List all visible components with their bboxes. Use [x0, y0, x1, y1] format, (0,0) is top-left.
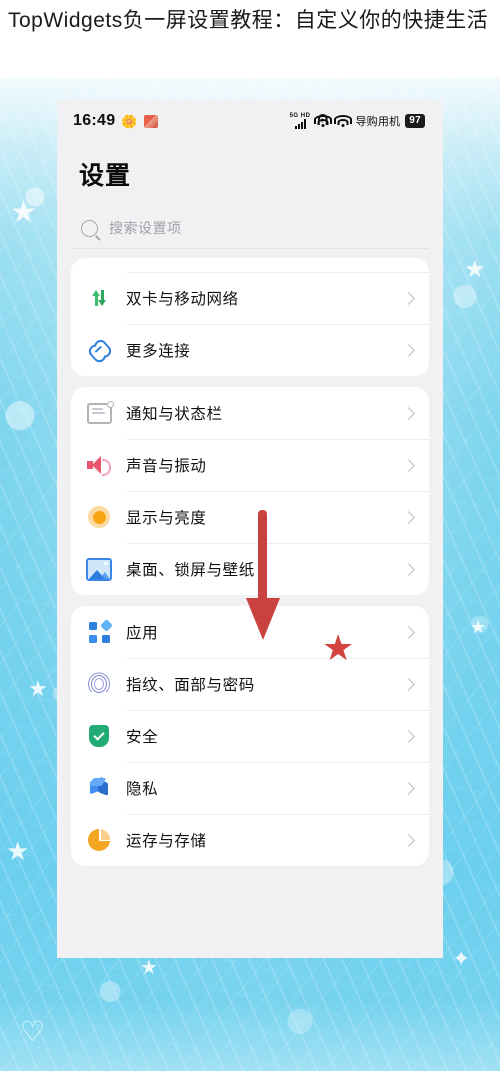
- row-label: 双卡与移动网络: [126, 291, 239, 308]
- chevron-right-icon: [402, 625, 415, 639]
- status-bar-right: 5G HD + 导购用机 97: [290, 113, 425, 129]
- apps-grid-icon: [84, 617, 114, 647]
- partial-row-top[interactable]: [71, 258, 429, 272]
- status-bar-left: 16:49 🌼: [73, 112, 158, 130]
- sim-network-icon: [84, 283, 114, 313]
- settings-row-privacy[interactable]: 隐私: [71, 762, 429, 814]
- settings-title: 设置: [79, 162, 132, 190]
- heart-decoration-icon: ♡: [20, 1016, 46, 1047]
- notification-icon: [84, 398, 114, 428]
- chevron-right-icon: [402, 781, 415, 795]
- wallpaper-picture-icon: [84, 554, 114, 584]
- chevron-right-icon: [402, 677, 415, 691]
- chevron-right-icon: [402, 458, 415, 472]
- row-label: 指纹、面部与密码: [126, 677, 255, 694]
- annotation-star-icon: ★: [322, 627, 355, 668]
- star-decoration-icon: ★: [6, 836, 30, 866]
- settings-card-connectivity: 双卡与移动网络 更多连接: [71, 258, 429, 376]
- search-icon: [81, 219, 98, 237]
- row-label: 安全: [126, 729, 159, 746]
- status-time: 16:49: [73, 112, 116, 129]
- cellular-signal-icon: 5G HD: [290, 113, 311, 129]
- settings-row-wallpaper[interactable]: 桌面、锁屏与壁纸: [71, 543, 429, 595]
- speaker-icon: [84, 450, 114, 480]
- phone-screenshot: 16:49 🌼 5G HD + 导购用机 97 设置 搜索设置项 双卡与移动网络…: [57, 100, 443, 958]
- star-decoration-icon: ★: [140, 957, 158, 979]
- star-decoration-icon: ✦: [452, 946, 471, 971]
- row-label: 声音与振动: [126, 458, 207, 475]
- carrier-label: 导购用机: [355, 116, 401, 128]
- article-title-bar: TopWidgets负一屏设置教程：自定义你的快捷生活: [0, 0, 500, 84]
- star-decoration-icon: ★: [28, 676, 48, 701]
- row-label: 隐私: [126, 781, 159, 798]
- status-bar: 16:49 🌼 5G HD + 导购用机 97: [57, 100, 443, 142]
- settings-card-display-sound: 通知与状态栏 声音与振动 显示与亮度 桌面、锁屏与壁纸: [71, 387, 429, 595]
- battery-badge: 97: [405, 114, 425, 128]
- chevron-right-icon: [402, 562, 415, 576]
- chevron-right-icon: [402, 406, 415, 420]
- settings-row-display[interactable]: 显示与亮度: [71, 491, 429, 543]
- settings-row-more-connections[interactable]: 更多连接: [71, 324, 429, 376]
- star-decoration-icon: ★: [470, 617, 487, 637]
- chevron-right-icon: [402, 510, 415, 524]
- settings-row-biometrics[interactable]: 指纹、面部与密码: [71, 658, 429, 710]
- page-title: TopWidgets负一屏设置教程：自定义你的快捷生活: [8, 9, 489, 32]
- search-input[interactable]: 搜索设置项: [109, 218, 182, 238]
- star-decoration-icon: ★: [10, 196, 37, 229]
- wifi-icon-1: +: [313, 114, 332, 127]
- app-badge-icon: [143, 114, 158, 128]
- shield-check-icon: [84, 721, 114, 751]
- settings-card-apps-security: 应用 指纹、面部与密码 安全 隐私 运存与存储: [71, 606, 429, 866]
- background-band-bottom: [0, 1001, 500, 1071]
- wifi-icon-2: [333, 115, 352, 127]
- storage-pie-icon: [84, 825, 114, 855]
- flower-emoji-icon: 🌼: [121, 113, 138, 129]
- star-decoration-icon: ★: [464, 256, 486, 283]
- settings-row-sim-network[interactable]: 双卡与移动网络: [71, 272, 429, 324]
- chevron-right-icon: [402, 833, 415, 847]
- settings-row-sound[interactable]: 声音与振动: [71, 439, 429, 491]
- link-icon: [84, 335, 114, 365]
- settings-row-notification[interactable]: 通知与状态栏: [71, 387, 429, 439]
- settings-list: 双卡与移动网络 更多连接 通知与状态栏 声音与振动 显示与亮度 桌面、锁屏与壁纸…: [57, 258, 443, 866]
- settings-row-security[interactable]: 安全: [71, 710, 429, 762]
- row-label: 更多连接: [126, 343, 191, 360]
- chevron-right-icon: [402, 291, 415, 305]
- settings-row-storage[interactable]: 运存与存储: [71, 814, 429, 866]
- row-label: 运存与存储: [126, 833, 207, 850]
- chevron-right-icon: [402, 343, 415, 357]
- privacy-cube-icon: [84, 773, 114, 803]
- search-bar[interactable]: 搜索设置项: [57, 192, 443, 248]
- brightness-sun-icon: [84, 502, 114, 532]
- annotation-arrow-icon: [246, 510, 280, 640]
- search-divider: [71, 248, 429, 249]
- fingerprint-icon: [84, 669, 114, 699]
- chevron-right-icon: [402, 729, 415, 743]
- row-label: 通知与状态栏: [126, 406, 223, 423]
